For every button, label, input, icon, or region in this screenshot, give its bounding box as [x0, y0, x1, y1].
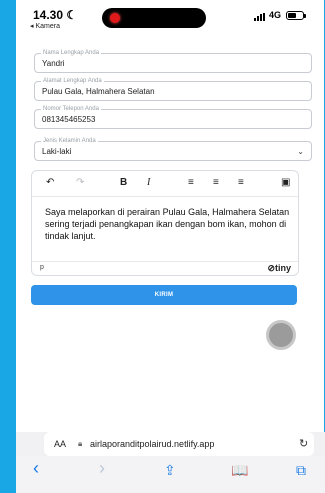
status-time: 14.30 ☾ — [33, 8, 77, 22]
address-label: Alamat Lengkap Anda — [41, 77, 104, 85]
align-right-icon[interactable]: ≡ — [238, 177, 244, 188]
submit-button[interactable]: KIRIM — [31, 285, 297, 305]
browser-url-bar: AA 🔒︎ airlaporanditpolairud.netlify.app … — [16, 432, 325, 456]
reader-aa-button[interactable]: AA — [54, 439, 66, 449]
lock-icon: 🔒︎ — [78, 439, 83, 448]
name-field[interactable]: Nama Lengkap Anda Yandri — [34, 49, 312, 73]
report-editor[interactable]: ↶ ↷ B I ≡ ≡ ≡ ▣ Saya melaporkan di perai… — [31, 170, 299, 276]
back-icon[interactable]: ‹ — [33, 458, 39, 479]
camera-dot-icon — [110, 13, 120, 23]
italic-icon[interactable]: I — [147, 177, 150, 188]
reload-icon[interactable]: ↻ — [299, 437, 308, 450]
signal-icon — [254, 13, 265, 21]
browser-toolbar: ‹ › ⇪ 📖 ⧉ — [16, 456, 325, 493]
forward-icon[interactable]: › — [99, 458, 105, 479]
bold-icon[interactable]: B — [120, 177, 127, 188]
align-left-icon[interactable]: ≡ — [188, 177, 194, 188]
moon-icon: ☾ — [66, 8, 78, 22]
url-text[interactable]: airlaporanditpolairud.netlify.app — [90, 439, 214, 449]
editor-toolbar: ↶ ↷ B I ≡ ≡ ≡ ▣ — [32, 171, 298, 197]
gender-label: Jenis Kelamin Anda — [41, 137, 98, 145]
status-time-text: 14.30 — [33, 8, 64, 22]
name-value: Yandri — [42, 59, 65, 68]
tabs-icon[interactable]: ⧉ — [296, 462, 306, 479]
element-path[interactable]: p — [40, 264, 44, 271]
dynamic-island — [102, 8, 206, 28]
address-field[interactable]: Alamat Lengkap Anda Pulau Gala, Halmaher… — [34, 77, 312, 101]
battery-icon — [286, 11, 306, 20]
tiny-logo[interactable]: ⊘tiny — [267, 263, 291, 274]
network-type: 4G — [269, 10, 282, 20]
address-bar[interactable]: AA 🔒︎ airlaporanditpolairud.netlify.app … — [44, 432, 314, 456]
gender-value: Laki-laki — [42, 147, 72, 156]
assistive-touch-button[interactable] — [266, 320, 296, 350]
address-value: Pulau Gala, Halmahera Selatan — [42, 87, 155, 96]
editor-content[interactable]: Saya melaporkan di perairan Pulau Gala, … — [45, 206, 293, 242]
image-icon[interactable]: ▣ — [281, 177, 290, 188]
gender-select[interactable]: Jenis Kelamin Anda Laki-laki ⌄ — [34, 137, 312, 161]
phone-field[interactable]: Nomor Telepon Anda 081345465253 — [34, 105, 312, 129]
chevron-down-icon[interactable]: ⌄ — [297, 147, 304, 156]
back-to-camera-link[interactable]: ◂ Kamera — [30, 22, 60, 30]
align-center-icon[interactable]: ≡ — [213, 177, 219, 188]
tiny-brand-text: tiny — [274, 263, 291, 273]
name-label: Nama Lengkap Anda — [41, 49, 102, 57]
bookmarks-icon[interactable]: 📖 — [231, 462, 248, 479]
undo-icon[interactable]: ↶ — [46, 177, 54, 188]
status-bar: 14.30 ☾ ◂ Kamera 4G — [16, 0, 324, 36]
redo-icon[interactable]: ↷ — [76, 177, 84, 188]
share-icon[interactable]: ⇪ — [164, 462, 176, 479]
phone-value: 081345465253 — [42, 115, 96, 124]
editor-statusbar: p ⊘tiny — [32, 261, 298, 275]
phone-label: Nomor Telepon Anda — [41, 105, 101, 113]
